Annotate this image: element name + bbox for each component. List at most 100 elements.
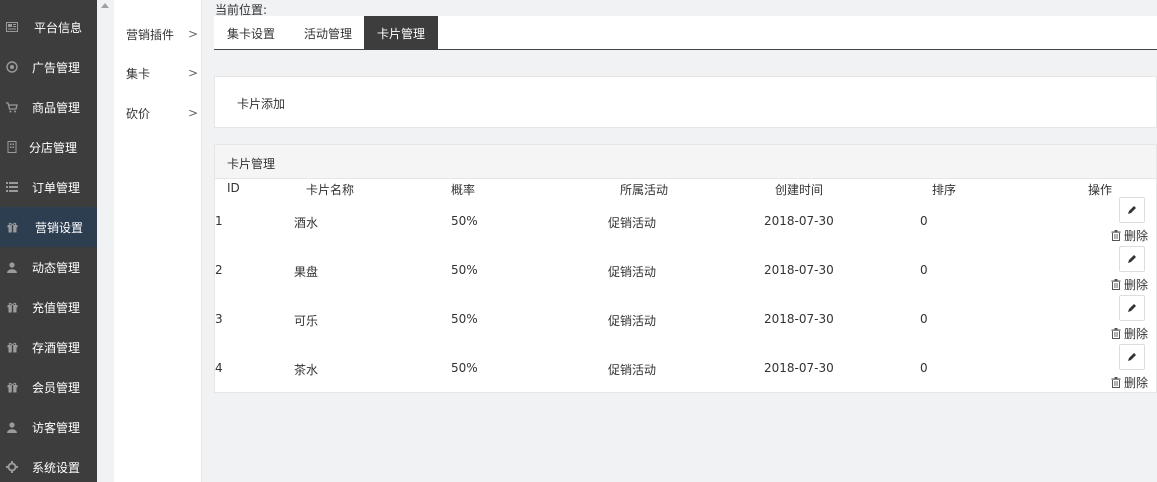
scroll-up-arrow-icon[interactable]	[101, 3, 109, 8]
subnav-item-card-collection[interactable]: 集卡 >	[126, 63, 198, 83]
cell-sort: 0	[920, 312, 928, 326]
secondary-nav: 营销插件 > 集卡 > 砍价 >	[114, 0, 202, 482]
cell-activity: 促销活动	[608, 265, 657, 279]
tab-card-settings[interactable]: 集卡设置	[214, 16, 288, 50]
sidebar-item-label: 访客管理	[32, 420, 81, 435]
sidebar-item-label: 存酒管理	[32, 340, 81, 355]
gift-icon	[6, 381, 18, 393]
cell-activity: 促销活动	[608, 314, 657, 328]
column-header-activity: 所属活动	[620, 183, 669, 197]
sidebar-scrollbar[interactable]	[97, 0, 114, 482]
subnav-item-marketing-plugins[interactable]: 营销插件 >	[126, 24, 198, 44]
column-header-name: 卡片名称	[306, 183, 355, 197]
sidebar-item-visitors[interactable]: 访客管理	[0, 407, 97, 447]
trash-icon	[1111, 230, 1121, 241]
sidebar-item-label: 分店管理	[29, 140, 78, 155]
newspaper-icon	[6, 21, 18, 33]
column-header-actions: 操作	[1088, 183, 1113, 197]
trash-icon	[1111, 328, 1121, 339]
edit-button[interactable]	[1119, 344, 1145, 370]
add-panel: 卡片添加	[214, 76, 1157, 128]
cell-name: 酒水	[294, 216, 319, 230]
delete-label: 删除	[1124, 229, 1149, 243]
sidebar-item-system-settings[interactable]: 系统设置	[0, 447, 97, 482]
sidebar-item-marketing[interactable]: 营销设置	[0, 207, 97, 247]
cell-activity: 促销活动	[608, 216, 657, 230]
cell-created-time: 2018-07-30	[764, 361, 834, 375]
subnav-item-label: 砍价	[126, 106, 151, 121]
gift-icon	[6, 341, 18, 353]
main-sidebar: 平台信息 广告管理 商品管理 分店管理 订单管理 营销设置 动态管理 充值管理 …	[0, 0, 97, 482]
cell-probability: 50%	[451, 312, 478, 326]
pencil-icon	[1128, 206, 1136, 214]
add-card-link[interactable]: 卡片添加	[237, 95, 285, 112]
gift-icon	[6, 221, 18, 233]
main-content: 当前位置: 集卡设置 活动管理 卡片管理 卡片添加 卡片管理 ID 卡片名称 概…	[202, 0, 1157, 482]
cell-name: 茶水	[294, 363, 319, 377]
sidebar-item-ads[interactable]: 广告管理	[0, 47, 97, 87]
sidebar-item-branches[interactable]: 分店管理	[0, 127, 97, 167]
building-icon	[6, 141, 18, 153]
cell-created-time: 2018-07-30	[764, 263, 834, 277]
sidebar-item-news[interactable]: 动态管理	[0, 247, 97, 287]
cell-id: 4	[215, 361, 223, 375]
panel-title: 卡片管理	[227, 157, 276, 171]
sidebar-item-orders[interactable]: 订单管理	[0, 167, 97, 207]
cell-id: 3	[215, 312, 223, 326]
sidebar-item-recharge[interactable]: 充值管理	[0, 287, 97, 327]
globe-icon	[6, 61, 18, 73]
tab-card-management[interactable]: 卡片管理	[364, 16, 438, 50]
sidebar-item-products[interactable]: 商品管理	[0, 87, 97, 127]
cell-id: 1	[215, 214, 223, 228]
delete-link[interactable]: 删除	[1111, 325, 1148, 342]
delete-link[interactable]: 删除	[1111, 374, 1148, 391]
cell-created-time: 2018-07-30	[764, 312, 834, 326]
column-header-probability: 概率	[451, 183, 476, 197]
cell-name: 可乐	[294, 314, 319, 328]
chevron-right-icon: >	[187, 66, 198, 80]
sidebar-item-members[interactable]: 会员管理	[0, 367, 97, 407]
user-icon	[6, 261, 18, 273]
sidebar-item-label: 系统设置	[32, 460, 81, 475]
column-header-created-time: 创建时间	[775, 183, 824, 197]
pencil-icon	[1128, 304, 1136, 312]
sidebar-item-label: 商品管理	[32, 100, 81, 115]
cell-sort: 0	[920, 263, 928, 277]
cell-name: 果盘	[294, 265, 319, 279]
cell-activity: 促销活动	[608, 363, 657, 377]
user-icon	[6, 421, 18, 433]
sidebar-item-label: 会员管理	[32, 380, 81, 395]
delete-label: 删除	[1124, 278, 1149, 292]
pencil-icon	[1128, 255, 1136, 263]
edit-button[interactable]	[1119, 246, 1145, 272]
gift-icon	[6, 301, 18, 313]
sidebar-item-platform-info[interactable]: 平台信息	[0, 7, 97, 47]
tab-activity-management[interactable]: 活动管理	[290, 16, 366, 50]
tab-bar: 集卡设置 活动管理 卡片管理	[214, 16, 1157, 50]
trash-icon	[1111, 279, 1121, 290]
cell-probability: 50%	[451, 361, 478, 375]
sidebar-item-label: 广告管理	[32, 60, 81, 75]
cell-probability: 50%	[451, 263, 478, 277]
sidebar-item-label: 营销设置	[35, 220, 84, 235]
gear-icon	[6, 461, 18, 473]
edit-button[interactable]	[1119, 197, 1145, 223]
subnav-item-bargain[interactable]: 砍价 >	[126, 103, 198, 123]
edit-button[interactable]	[1119, 295, 1145, 321]
sidebar-item-label: 订单管理	[32, 180, 81, 195]
delete-link[interactable]: 删除	[1111, 227, 1148, 244]
cell-id: 2	[215, 263, 223, 277]
delete-label: 删除	[1124, 376, 1149, 390]
panel-header: 卡片管理	[215, 145, 1156, 179]
card-list-panel: 卡片管理 ID 卡片名称 概率 所属活动 创建时间 排序 操作 1 酒水 50%…	[214, 144, 1157, 393]
cell-sort: 0	[920, 214, 928, 228]
cart-icon	[6, 101, 18, 113]
chevron-right-icon: >	[187, 106, 198, 120]
column-header-sort: 排序	[932, 183, 957, 197]
delete-link[interactable]: 删除	[1111, 276, 1148, 293]
list-icon	[6, 181, 18, 193]
column-header-id: ID	[227, 181, 240, 195]
sidebar-item-wine-storage[interactable]: 存酒管理	[0, 327, 97, 367]
sidebar-item-label: 充值管理	[32, 300, 81, 315]
cell-probability: 50%	[451, 214, 478, 228]
